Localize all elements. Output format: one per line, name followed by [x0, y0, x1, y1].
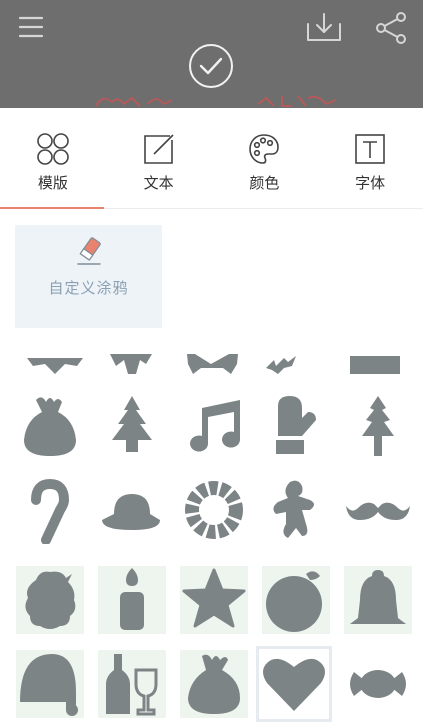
music-note-icon[interactable] [180, 392, 248, 460]
bar-partial[interactable] [348, 354, 402, 378]
tab-label: 模版 [37, 174, 68, 192]
heart-icon[interactable] [256, 646, 332, 722]
mustache-icon[interactable] [344, 476, 412, 544]
tab-font[interactable]: 字体 [317, 108, 423, 208]
gift-sack-icon[interactable] [16, 392, 84, 460]
star-icon[interactable] [180, 566, 248, 634]
pine-tree-icon[interactable] [344, 392, 412, 460]
menu-icon[interactable] [18, 14, 44, 40]
tab-color[interactable]: 颜色 [212, 108, 318, 208]
tab-label: 字体 [355, 174, 386, 192]
candy-cane-icon[interactable] [16, 476, 84, 544]
tab-template[interactable]: 模版 [0, 108, 106, 209]
preview-art-left [95, 96, 173, 107]
confirm-check-icon[interactable] [188, 43, 234, 89]
candy-icon[interactable] [344, 650, 412, 718]
ribbon-partial[interactable] [106, 354, 156, 378]
bow-partial[interactable] [25, 354, 85, 378]
active-tab-indicator [0, 207, 104, 209]
santa-beard-icon[interactable] [16, 566, 84, 634]
tab-bar: 模版 文本 颜色 字体 [0, 108, 423, 209]
santa-hat-icon[interactable] [16, 650, 84, 718]
bell-icon[interactable] [344, 566, 412, 634]
share-icon[interactable] [374, 11, 408, 45]
sack-icon[interactable] [180, 650, 248, 718]
mitten-icon[interactable] [262, 392, 330, 460]
sticker-grid [0, 354, 423, 723]
preview-area [0, 0, 423, 108]
palette-icon [249, 134, 280, 164]
christmas-tree-icon[interactable] [98, 392, 166, 460]
tab-text[interactable]: 文本 [106, 108, 212, 208]
mustache-partial[interactable] [185, 354, 240, 378]
custom-doodle-button[interactable]: 自定义涂鸦 [15, 225, 162, 328]
download-icon[interactable] [306, 10, 342, 44]
template-grid-icon [37, 133, 69, 165]
tree-partial[interactable] [262, 354, 302, 378]
ornament-ball-icon[interactable] [262, 566, 330, 634]
text-edit-icon [143, 134, 174, 164]
preview-art-right [257, 95, 337, 107]
tab-label: 文本 [143, 174, 174, 192]
hat-icon[interactable] [98, 476, 166, 544]
tab-label: 颜色 [249, 174, 280, 192]
candle-icon[interactable] [98, 566, 166, 634]
eraser-icon [76, 237, 101, 265]
font-icon [355, 134, 385, 164]
wreath-icon[interactable] [180, 476, 248, 544]
gingerbread-man-icon[interactable] [262, 476, 330, 544]
wine-bottle-glass-icon[interactable] [98, 650, 166, 718]
custom-doodle-label: 自定义涂鸦 [48, 279, 129, 297]
